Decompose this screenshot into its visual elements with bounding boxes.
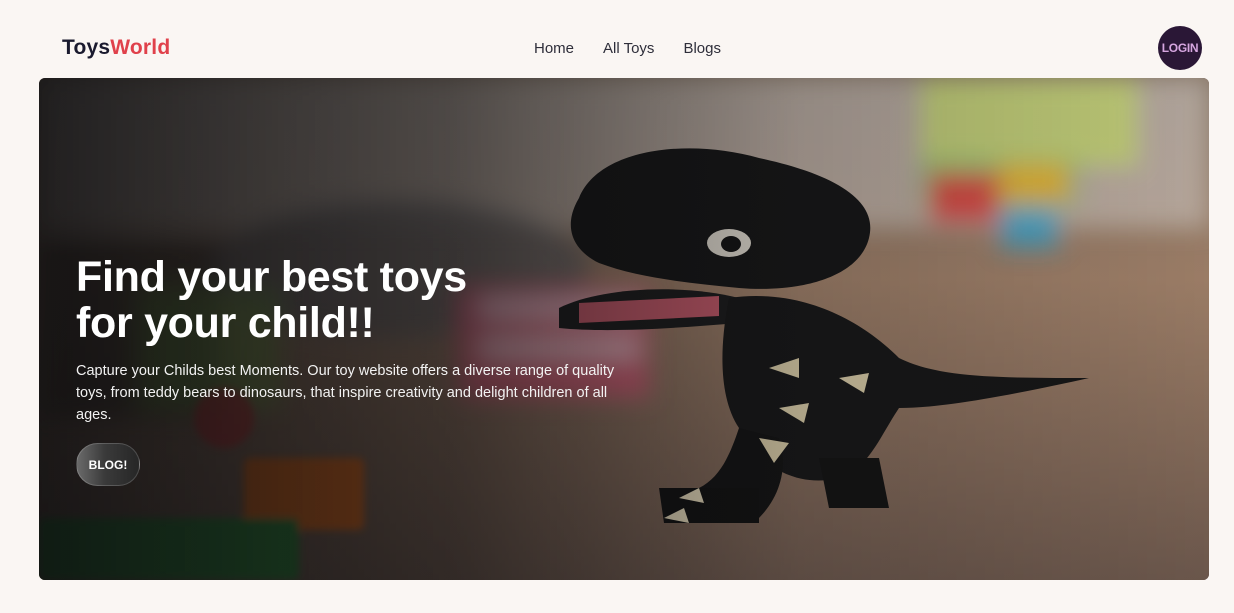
site-logo[interactable]: ToysWorld	[62, 36, 170, 60]
hero-content: Find your best toys for your child!! Cap…	[76, 254, 636, 486]
nav-link-home[interactable]: Home	[534, 40, 574, 57]
logo-text-toys: Toys	[62, 36, 111, 59]
blog-button[interactable]: BLOG!	[76, 443, 140, 486]
hero-description: Capture your Childs best Moments. Our to…	[76, 363, 615, 423]
navbar: ToysWorld Home All Toys Blogs LOGIN	[0, 0, 1234, 78]
nav-link-all-toys[interactable]: All Toys	[603, 40, 654, 57]
logo-text-world: World	[110, 36, 171, 59]
hero-banner: Find your best toys for your child!! Cap…	[39, 78, 1209, 580]
main-nav: Home All Toys Blogs	[534, 40, 721, 57]
nav-link-blogs[interactable]: Blogs	[683, 40, 721, 57]
login-button[interactable]: LOGIN	[1158, 26, 1202, 70]
hero-title-line2: for your child!!	[76, 299, 375, 347]
hero-title-line1: Find your best toys	[76, 253, 467, 301]
hero-title: Find your best toys for your child!!	[76, 254, 636, 346]
